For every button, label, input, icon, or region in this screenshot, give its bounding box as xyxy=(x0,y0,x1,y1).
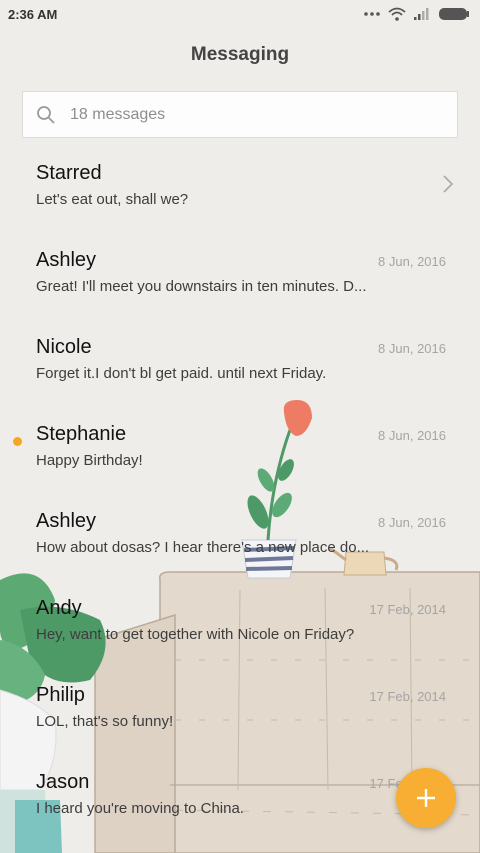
battery-icon xyxy=(439,8,469,20)
chevron-right-icon xyxy=(443,175,454,193)
contact-name: Andy xyxy=(36,597,82,619)
conversation-philip[interactable]: Philip 17 Feb, 2014 LOL, that's so funny… xyxy=(0,674,480,761)
message-preview: LOL, that's so funny! xyxy=(36,713,174,730)
plus-icon xyxy=(417,789,435,807)
conversation-andy[interactable]: Andy 17 Feb, 2014 Hey, want to get toget… xyxy=(0,587,480,674)
conversation-ashley-2[interactable]: Ashley 8 Jun, 2016 How about dosas? I he… xyxy=(0,500,480,587)
message-date: 17 Feb, 2014 xyxy=(369,602,446,617)
contact-name: Philip xyxy=(36,684,85,706)
contact-name: Ashley xyxy=(36,249,97,271)
unread-indicator xyxy=(13,437,22,446)
signal-icon xyxy=(414,8,429,20)
wifi-icon xyxy=(388,7,406,21)
message-preview: Hey, want to get together with Nicole on… xyxy=(36,626,355,643)
conversation-list: Starred Let's eat out, shall we? Ashley … xyxy=(0,152,480,848)
conversation-starred[interactable]: Starred Let's eat out, shall we? xyxy=(0,152,480,239)
conversation-ashley[interactable]: Ashley 8 Jun, 2016 Great! I'll meet you … xyxy=(0,239,480,326)
message-date: 8 Jun, 2016 xyxy=(378,428,446,443)
message-preview: Forget it.I don't bl get paid. until nex… xyxy=(36,365,327,382)
contact-name: Starred xyxy=(36,162,102,184)
status-icons xyxy=(364,7,470,21)
status-time: 2:36 AM xyxy=(8,6,58,22)
contact-name: Stephanie xyxy=(36,423,127,445)
conversation-stephanie[interactable]: Stephanie 8 Jun, 2016 Happy Birthday! xyxy=(0,413,480,500)
message-date: 8 Jun, 2016 xyxy=(378,515,446,530)
message-date: 8 Jun, 2016 xyxy=(378,254,446,269)
message-preview: Great! I'll meet you downstairs in ten m… xyxy=(36,278,367,295)
search-icon xyxy=(37,105,55,124)
message-date: 17 Feb, 2014 xyxy=(369,689,446,704)
page-title: Messaging xyxy=(190,44,290,65)
contact-name: Jason xyxy=(36,771,90,793)
new-message-button[interactable] xyxy=(396,768,456,828)
contact-name: Ashley xyxy=(36,510,97,532)
conversation-nicole[interactable]: Nicole 8 Jun, 2016 Forget it.I don't bl … xyxy=(0,326,480,413)
message-preview: Let's eat out, shall we? xyxy=(36,191,189,208)
search-bar[interactable] xyxy=(22,91,458,138)
status-bar: 2:36 AM xyxy=(0,0,480,28)
contact-name: Nicole xyxy=(36,336,92,358)
more-dots-icon xyxy=(364,12,380,16)
search-input[interactable] xyxy=(68,104,432,125)
message-preview: Happy Birthday! xyxy=(36,452,143,469)
message-preview: I heard you're moving to China. xyxy=(36,800,244,817)
message-date: 8 Jun, 2016 xyxy=(378,341,446,356)
message-preview: How about dosas? I hear there's a new pl… xyxy=(36,539,370,556)
